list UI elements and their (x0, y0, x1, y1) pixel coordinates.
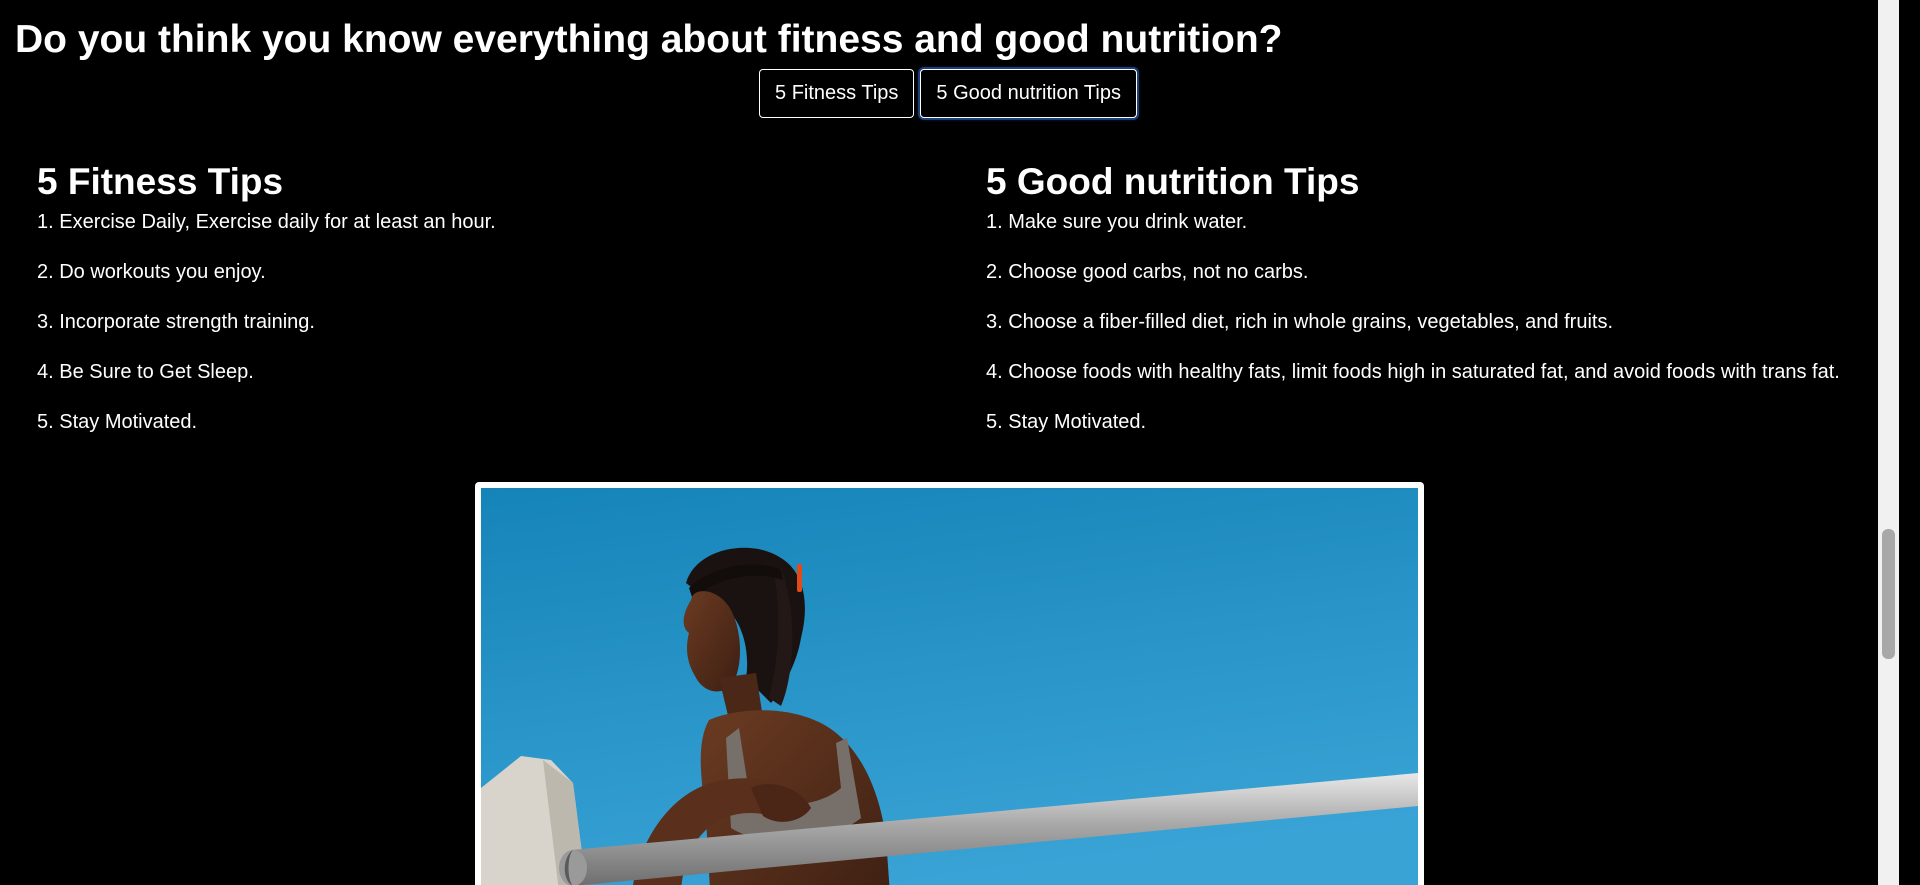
woman-resting-on-railing-photo (481, 488, 1418, 885)
fitness-tip: 4. Be Sure to Get Sleep. (37, 361, 254, 383)
tab-buttons: 5 Fitness Tips 5 Good nutrition Tips (0, 69, 1899, 118)
fitness-tips-heading: 5 Fitness Tips (37, 161, 284, 202)
nutrition-tip: 4. Choose foods with healthy fats, limit… (986, 361, 1840, 383)
page: Do you think you know everything about f… (0, 0, 1899, 885)
nutrition-tips-section: 5 Good nutrition Tips 1. Make sure you d… (986, 160, 1840, 460)
fitness-tip: 1. Exercise Daily, Exercise daily for at… (37, 211, 496, 233)
fitness-tip: 3. Incorporate strength training. (37, 311, 315, 333)
nutrition-tip: 2. Choose good carbs, not no carbs. (986, 261, 1309, 283)
vertical-scrollbar[interactable] (1878, 0, 1899, 885)
fitness-tip: 5. Stay Motivated. (37, 411, 198, 433)
nutrition-tip: 5. Stay Motivated. (986, 411, 1147, 433)
nutrition-tips-button[interactable]: 5 Good nutrition Tips (920, 69, 1137, 118)
nutrition-tip: 3. Choose a fiber-filled diet, rich in w… (986, 311, 1614, 333)
scrollbar-thumb[interactable] (1882, 529, 1895, 659)
fitness-photo-frame (475, 482, 1424, 885)
fitness-tips-section: 5 Fitness Tips 1. Exercise Daily, Exerci… (37, 160, 496, 460)
page-title: Do you think you know everything about f… (15, 18, 1283, 61)
fitness-tips-button[interactable]: 5 Fitness Tips (759, 69, 915, 118)
nutrition-tip: 1. Make sure you drink water. (986, 211, 1248, 233)
nutrition-tips-heading: 5 Good nutrition Tips (986, 161, 1360, 202)
fitness-tip: 2. Do workouts you enjoy. (37, 261, 266, 283)
